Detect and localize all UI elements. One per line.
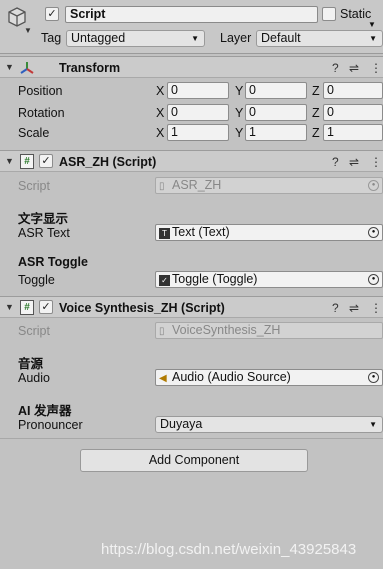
- scale-x-field[interactable]: 1: [167, 124, 229, 141]
- voice-script-field: ▯ VoiceSynthesis_ZH: [155, 322, 383, 339]
- axis-x-label: X: [156, 106, 165, 120]
- voice-audio-value: Audio (Audio Source): [172, 370, 291, 384]
- icon-dropdown-caret[interactable]: ▼: [24, 26, 32, 35]
- axis-y-label: Y: [235, 106, 244, 120]
- active-checkbox[interactable]: ✓: [45, 7, 59, 21]
- transform-header[interactable]: ▼ Transform ? ⇌ ⋮: [0, 56, 383, 78]
- voice-pronouncer-value: Duyaya: [160, 417, 203, 431]
- axis-z-label: Z: [312, 106, 320, 120]
- transform-title: Transform: [59, 61, 121, 75]
- voice-pronouncer-dropdown[interactable]: Duyaya ▼: [155, 416, 383, 433]
- scale-label: Scale: [18, 126, 50, 140]
- help-icon[interactable]: ?: [332, 155, 339, 169]
- kebab-menu-icon[interactable]: ⋮: [370, 155, 382, 169]
- axis-z-label: Z: [312, 126, 320, 140]
- gameobject-cube-icon[interactable]: [6, 6, 28, 28]
- help-icon[interactable]: ?: [332, 301, 339, 315]
- tag-dropdown[interactable]: Untagged ▼: [66, 30, 205, 47]
- position-label: Position: [18, 84, 63, 98]
- asr-section-text-display: 文字显示: [18, 212, 69, 226]
- speaker-icon: ◀: [159, 373, 167, 384]
- layer-value: Default: [261, 31, 301, 45]
- static-checkbox[interactable]: [322, 7, 336, 21]
- asr-component-header[interactable]: ▼ # ✓ ASR_ZH (Script) ? ⇌ ⋮: [0, 150, 383, 172]
- voice-component-title: Voice Synthesis_ZH (Script): [59, 301, 225, 315]
- scale-y-field[interactable]: 1: [245, 124, 307, 141]
- asr-script-label: Script: [18, 179, 50, 193]
- axis-x-label: X: [156, 126, 165, 140]
- chevron-down-icon: ▼: [369, 34, 377, 43]
- asr-section-toggle: ASR Toggle: [18, 255, 88, 269]
- inspector-header: ▼ ✓ Script Static ▼ Tag Untagged ▼ Layer…: [0, 0, 383, 54]
- voice-section-audio-source: 音源: [18, 357, 44, 371]
- script-icon: #: [20, 154, 34, 169]
- object-picker-icon[interactable]: ●: [368, 227, 379, 238]
- script-file-icon: ▯: [159, 326, 165, 337]
- kebab-menu-icon[interactable]: ⋮: [370, 61, 382, 75]
- tag-value: Untagged: [71, 31, 126, 45]
- layer-dropdown[interactable]: Default ▼: [256, 30, 383, 47]
- foldout-arrow-icon[interactable]: ▼: [5, 302, 14, 312]
- asr-script-value: ASR_ZH: [172, 178, 222, 192]
- object-picker-icon[interactable]: ●: [368, 372, 379, 383]
- chevron-down-icon: ▼: [369, 420, 377, 429]
- preset-icon[interactable]: ⇌: [349, 155, 359, 169]
- static-label: Static: [340, 7, 372, 21]
- voice-component-header[interactable]: ▼ # ✓ Voice Synthesis_ZH (Script) ? ⇌ ⋮: [0, 296, 383, 318]
- asr-toggle-field[interactable]: ✓ Toggle (Toggle) ●: [155, 271, 383, 288]
- asr-component-title: ASR_ZH (Script): [59, 155, 157, 169]
- asr-script-field: ▯ ASR_ZH ●: [155, 177, 383, 194]
- voice-audio-label: Audio: [18, 371, 50, 385]
- asr-toggle-label: Toggle: [18, 273, 55, 287]
- object-picker-icon: ●: [368, 180, 379, 191]
- preset-icon[interactable]: ⇌: [349, 301, 359, 315]
- axis-y-label: Y: [235, 126, 244, 140]
- kebab-menu-icon[interactable]: ⋮: [370, 301, 382, 315]
- script-file-icon: ▯: [159, 181, 165, 192]
- axis-z-label: Z: [312, 84, 320, 98]
- position-x-field[interactable]: 0: [167, 82, 229, 99]
- asr-text-field[interactable]: T Text (Text) ●: [155, 224, 383, 241]
- position-y-field[interactable]: 0: [245, 82, 307, 99]
- voice-script-label: Script: [18, 324, 50, 338]
- scale-z-field[interactable]: 1: [323, 124, 383, 141]
- object-picker-icon[interactable]: ●: [368, 274, 379, 285]
- foldout-arrow-icon[interactable]: ▼: [5, 62, 14, 72]
- voice-enabled-checkbox[interactable]: ✓: [39, 300, 53, 314]
- axis-y-label: Y: [235, 84, 244, 98]
- voice-section-pronouncer: AI 发声器: [18, 404, 72, 418]
- text-component-icon: T: [159, 228, 170, 239]
- rotation-label: Rotation: [18, 106, 65, 120]
- watermark: https://blog.csdn.net/weixin_43925843: [101, 541, 357, 558]
- asr-toggle-value: Toggle (Toggle): [172, 272, 258, 286]
- asr-text-value: Text (Text): [172, 225, 230, 239]
- static-dropdown-caret[interactable]: ▼: [368, 20, 376, 29]
- preset-icon[interactable]: ⇌: [349, 61, 359, 75]
- add-component-button[interactable]: Add Component: [80, 449, 308, 472]
- help-icon[interactable]: ?: [332, 61, 339, 75]
- tag-label: Tag: [41, 31, 62, 45]
- chevron-down-icon: ▼: [191, 34, 199, 43]
- asr-text-label: ASR Text: [18, 226, 70, 240]
- layer-label: Layer: [220, 31, 252, 45]
- object-name-field[interactable]: Script: [65, 6, 318, 23]
- voice-script-value: VoiceSynthesis_ZH: [172, 323, 281, 337]
- position-z-field[interactable]: 0: [323, 82, 383, 99]
- rotation-y-field[interactable]: 0: [245, 104, 307, 121]
- divider: [0, 438, 383, 439]
- script-icon: #: [20, 300, 34, 315]
- voice-audio-field[interactable]: ◀ Audio (Audio Source) ●: [155, 369, 383, 386]
- asr-enabled-checkbox[interactable]: ✓: [39, 154, 53, 168]
- toggle-component-icon: ✓: [159, 275, 170, 286]
- rotation-z-field[interactable]: 0: [323, 104, 383, 121]
- axis-x-label: X: [156, 84, 165, 98]
- foldout-arrow-icon[interactable]: ▼: [5, 156, 14, 166]
- voice-pronouncer-label: Pronouncer: [18, 418, 83, 432]
- transform-axes-icon: [20, 62, 34, 74]
- rotation-x-field[interactable]: 0: [167, 104, 229, 121]
